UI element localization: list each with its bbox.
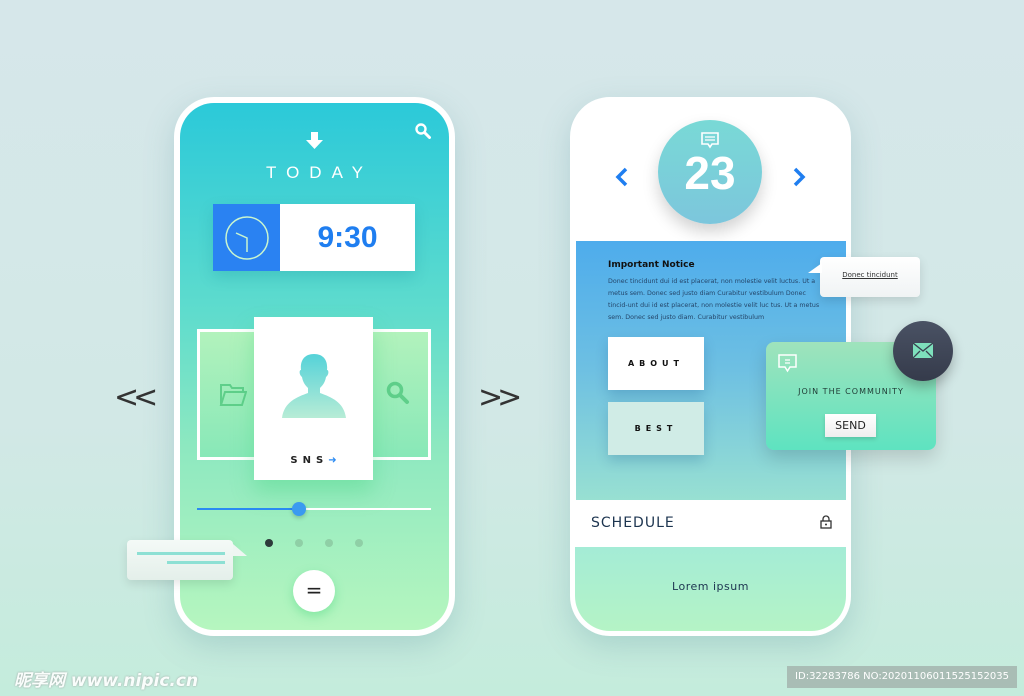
chevron-right-icon[interactable]	[792, 167, 806, 187]
chat-icon	[778, 354, 797, 373]
arrow-right-icon: ➜	[328, 455, 337, 466]
send-button[interactable]: SEND	[825, 414, 876, 437]
lock-icon[interactable]	[820, 515, 832, 529]
watermark-id: ID:32283786 NO:20201106011525152035	[787, 666, 1017, 688]
mail-button[interactable]	[893, 321, 953, 381]
search-icon-card[interactable]	[386, 381, 410, 405]
slider-track[interactable]	[197, 508, 431, 510]
pager-dot[interactable]	[295, 539, 303, 547]
notice-title: Important Notice	[608, 260, 695, 270]
folder-icon[interactable]	[219, 383, 247, 407]
watermark-logo: 昵享网 www.nipic.cn	[14, 671, 199, 691]
chevron-left-icon[interactable]	[615, 167, 629, 187]
prev-page-button[interactable]: <<	[114, 380, 158, 415]
tooltip[interactable]: Donec tincidunt	[808, 257, 920, 297]
next-page-button[interactable]: >>	[478, 380, 522, 415]
notice-body: Donec tincidunt dui id est placerat, non…	[608, 278, 820, 321]
download-arrow-icon[interactable]	[306, 132, 323, 150]
chat-bubble-icon	[127, 540, 247, 580]
schedule-label: SCHEDULE	[591, 515, 675, 531]
tooltip-link[interactable]: Donec tincidunt	[820, 271, 920, 279]
time-display: 9:30	[317, 221, 378, 254]
user-icon	[282, 354, 346, 418]
schedule-bar[interactable]: SCHEDULE	[576, 500, 846, 547]
sns-label: SNS➜	[290, 455, 337, 466]
sns-card[interactable]: SNS➜	[254, 317, 373, 480]
mail-icon	[913, 343, 933, 358]
clock-icon	[213, 204, 280, 271]
pager-dot[interactable]	[325, 539, 333, 547]
pager-dot[interactable]	[355, 539, 363, 547]
community-title: JOIN THE COMMUNITY	[798, 387, 904, 396]
menu-equal-icon[interactable]: =	[293, 570, 335, 612]
date-number: 23	[684, 147, 736, 199]
best-button[interactable]: BEST	[608, 402, 704, 455]
search-icon[interactable]	[415, 123, 431, 139]
footer-text: Lorem ipsum	[672, 580, 749, 593]
time-card[interactable]: 9:30	[213, 204, 415, 271]
today-title: TODAY	[266, 163, 373, 182]
footer-panel: Lorem ipsum	[575, 547, 846, 631]
slider-knob[interactable]	[292, 502, 306, 516]
about-button[interactable]: ABOUT	[608, 337, 704, 390]
pager-dot-active[interactable]	[265, 539, 273, 547]
date-circle[interactable]: 23	[658, 120, 762, 224]
